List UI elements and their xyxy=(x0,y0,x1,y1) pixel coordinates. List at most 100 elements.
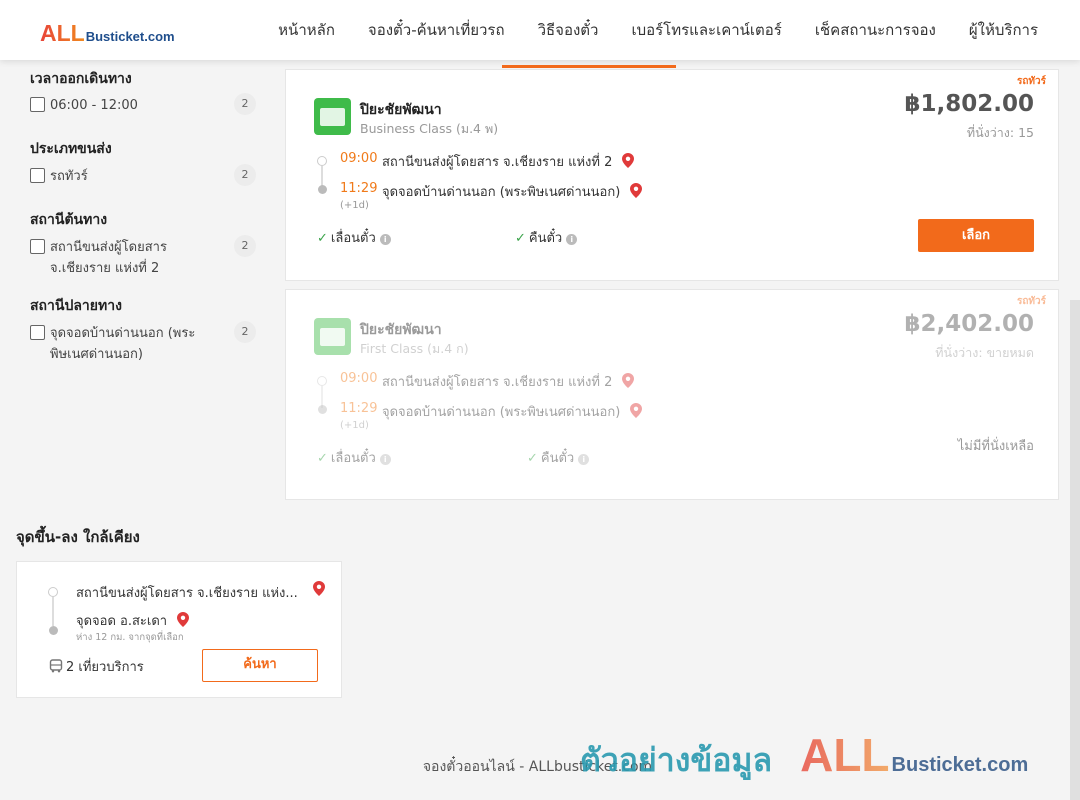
feature-label: คืนตั๋ว xyxy=(540,451,575,466)
filter-title-departure-time: เวลาออกเดินทาง xyxy=(30,71,132,87)
watermark-brand-all: ALL xyxy=(800,729,890,781)
location-pin-icon[interactable] xyxy=(622,153,635,168)
arrival-place: จุดจอดบ้านด่านนอก (พระพิษเนศด่านนอก) xyxy=(382,401,643,422)
day-offset: (+1d) xyxy=(340,200,369,211)
route-end-dot xyxy=(318,405,327,414)
watermark-brand-rest: Busticket.com xyxy=(891,754,1029,776)
route-line xyxy=(52,597,54,626)
route-start-dot xyxy=(317,376,327,386)
trip-result-card[interactable]: รถทัวร์ ปิยะชัยพัฒนา Business Class (ม.4… xyxy=(285,69,1059,281)
nearby-distance: ห่าง 12 กม. จากจุดที่เลือก xyxy=(76,632,184,643)
feature-refund: ✓ คืนตั๋ว i xyxy=(515,227,578,248)
seats-available: ที่นั่งว่าง: ขายหมด xyxy=(935,345,1034,360)
checkbox[interactable] xyxy=(30,239,45,254)
main-nav: หน้าหลัก จองตั๋ว-ค้นหาเที่ยวรถ วิธีจองตั… xyxy=(245,0,1038,60)
info-icon[interactable]: i xyxy=(379,234,391,245)
nearby-origin: สถานีขนส่งผู้โดยสาร จ.เชียงราย แห่ง... xyxy=(76,586,298,601)
info-icon[interactable]: i xyxy=(379,454,391,465)
ticket-price: ฿1,802.00 xyxy=(904,91,1035,117)
filter-title-transport-type: ประเภทขนส่ง xyxy=(30,141,112,157)
feature-label: เลื่อนตั๋ว xyxy=(330,451,376,466)
nav-how-to-book[interactable]: วิธีจองตั๋ว xyxy=(538,0,599,60)
operator-logo xyxy=(314,98,351,135)
day-offset: (+1d) xyxy=(340,420,369,431)
location-pin-icon[interactable] xyxy=(313,581,325,596)
trip-result-card: รถทัวร์ ปิยะชัยพัฒนา First Class (ม.4 ก)… xyxy=(285,289,1059,500)
nav-home[interactable]: หน้าหลัก xyxy=(278,0,335,60)
filter-option-label: รถทัวร์ xyxy=(50,169,88,184)
nearby-route-card: สถานีขนส่งผู้โดยสาร จ.เชียงราย แห่ง... จ… xyxy=(16,561,342,698)
departure-place: สถานีขนส่งผู้โดยสาร จ.เชียงราย แห่งที่ 2 xyxy=(382,371,635,392)
watermark: ตัวอย่างข้อมูล ALL Busticket.com xyxy=(580,728,1028,786)
select-trip-button[interactable]: เลือก xyxy=(918,219,1034,252)
scrollbar[interactable] xyxy=(1070,300,1080,800)
location-pin-icon[interactable] xyxy=(630,183,643,198)
arrival-place-text: จุดจอดบ้านด่านนอก (พระพิษเนศด่านนอก) xyxy=(382,405,621,420)
operator-name: ปิยะชัยพัฒนา xyxy=(360,102,442,118)
feature-reschedule: ✓ เลื่อนตั๋ว i xyxy=(317,447,391,468)
location-pin-icon[interactable] xyxy=(630,403,643,418)
nearby-trip-count: 2 เที่ยวบริการ xyxy=(49,656,144,677)
arrival-time: 11:29 xyxy=(340,181,378,196)
feature-label: เลื่อนตั๋ว xyxy=(330,231,376,246)
seats-available: ที่นั่งว่าง: 15 xyxy=(966,125,1034,140)
watermark-text: ตัวอย่างข้อมูล xyxy=(580,741,773,779)
filter-count-badge: 2 xyxy=(234,235,256,257)
filter-option-label: สถานีขนส่งผู้โดยสาร จ.เชียงราย แห่งที่ 2 xyxy=(50,240,167,276)
check-icon: ✓ xyxy=(317,451,328,466)
nav-check-booking[interactable]: เช็คสถานะการจอง xyxy=(815,0,936,60)
route-start-dot xyxy=(48,587,58,597)
departure-place-text: สถานีขนส่งผู้โดยสาร จ.เชียงราย แห่งที่ 2 xyxy=(382,155,613,170)
filter-option-label: จุดจอดบ้านด่านนอก (พระพิษเนศด่านนอก) xyxy=(50,326,196,362)
departure-place: สถานีขนส่งผู้โดยสาร จ.เชียงราย แห่งที่ 2 xyxy=(382,151,635,172)
nav-phone-counter[interactable]: เบอร์โทรและเคาน์เตอร์ xyxy=(631,0,781,60)
site-logo[interactable]: ALL Busticket.com xyxy=(40,20,175,47)
vehicle-type-badge: รถทัวร์ xyxy=(1016,296,1046,307)
departure-time: 09:00 xyxy=(340,151,378,166)
top-header: ALL Busticket.com หน้าหลัก จองตั๋ว-ค้นหา… xyxy=(0,0,1080,60)
filter-count-badge: 2 xyxy=(234,164,256,186)
info-icon[interactable]: i xyxy=(578,454,590,465)
bus-class: Business Class (ม.4 พ) xyxy=(360,121,499,136)
location-pin-icon[interactable] xyxy=(622,373,635,388)
arrival-place: จุดจอดบ้านด่านนอก (พระพิษเนศด่านนอก) xyxy=(382,181,643,202)
nearby-section-title: จุดขึ้น-ลง ใกล้เคียง xyxy=(16,528,140,546)
location-pin-icon[interactable] xyxy=(177,612,190,627)
operator-logo xyxy=(314,318,351,355)
vehicle-type-badge: รถทัวร์ xyxy=(1016,76,1046,87)
info-icon[interactable]: i xyxy=(566,234,578,245)
filter-option-label: 06:00 - 12:00 xyxy=(50,98,138,113)
bus-icon xyxy=(49,659,63,673)
route-start-dot xyxy=(317,156,327,166)
checkbox[interactable] xyxy=(30,97,45,112)
check-icon: ✓ xyxy=(527,451,538,466)
check-icon: ✓ xyxy=(317,231,328,246)
feature-label: คืนตั๋ว xyxy=(528,231,563,246)
sold-out-status: ไม่มีที่นั่งเหลือ xyxy=(957,439,1034,454)
checkbox[interactable] xyxy=(30,325,45,340)
filter-count-badge: 2 xyxy=(234,93,256,115)
logo-busticket-text: Busticket.com xyxy=(85,29,175,44)
departure-time: 09:00 xyxy=(340,371,378,386)
bus-class: First Class (ม.4 ก) xyxy=(360,341,469,356)
check-icon: ✓ xyxy=(515,231,526,246)
operator-name: ปิยะชัยพัฒนา xyxy=(360,322,442,338)
filter-title-destination: สถานีปลายทาง xyxy=(30,298,122,314)
nearby-search-button[interactable]: ค้นหา xyxy=(202,649,318,682)
departure-place-text: สถานีขนส่งผู้โดยสาร จ.เชียงราย แห่งที่ 2 xyxy=(382,375,613,390)
nav-book-search[interactable]: จองตั๋ว-ค้นหาเที่ยวรถ xyxy=(368,0,505,60)
route-end-dot xyxy=(318,185,327,194)
ticket-price: ฿2,402.00 xyxy=(904,311,1035,337)
feature-refund: ✓ คืนตั๋ว i xyxy=(527,447,590,468)
nearby-destination: จุดจอด อ.สะเดา xyxy=(76,610,190,631)
route-end-dot xyxy=(49,626,58,635)
nav-active-underline xyxy=(502,65,676,68)
logo-all-text: ALL xyxy=(40,20,85,46)
checkbox[interactable] xyxy=(30,168,45,183)
arrival-place-text: จุดจอดบ้านด่านนอก (พระพิษเนศด่านนอก) xyxy=(382,185,621,200)
nearby-destination-text: จุดจอด อ.สะเดา xyxy=(76,614,168,629)
feature-reschedule: ✓ เลื่อนตั๋ว i xyxy=(317,227,391,248)
filter-count-badge: 2 xyxy=(234,321,256,343)
nav-operators[interactable]: ผู้ให้บริการ xyxy=(969,0,1038,60)
filter-title-origin: สถานีต้นทาง xyxy=(30,212,108,228)
